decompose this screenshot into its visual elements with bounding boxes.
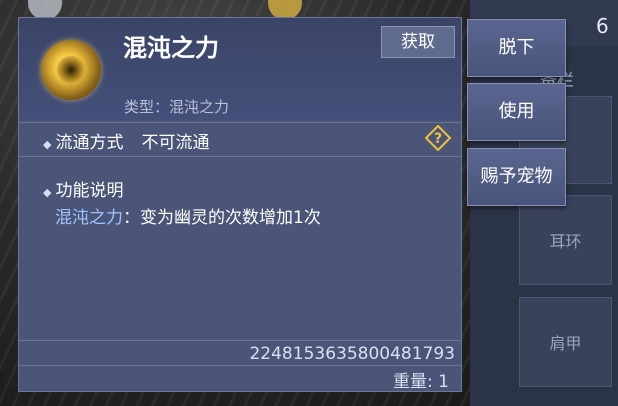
- equipment-slot-shoulder[interactable]: 肩甲: [519, 297, 612, 387]
- equipment-slot-earring[interactable]: 耳环: [519, 195, 612, 285]
- item-type-value: 混沌之力: [169, 98, 230, 116]
- gold-chaos-orb-icon: [41, 40, 101, 100]
- svg-text:?: ?: [434, 131, 442, 147]
- use-button[interactable]: 使用: [467, 83, 566, 141]
- item-weight: 重量: 1: [393, 372, 449, 392]
- item-name: 混沌之力: [123, 34, 219, 62]
- obtain-button[interactable]: 获取: [381, 26, 455, 58]
- slot-label-earring: 耳环: [549, 232, 582, 251]
- divider: [19, 156, 461, 157]
- divider: [19, 122, 461, 123]
- function-title-text: 功能说明: [55, 181, 124, 201]
- item-id: 2248153635800481793: [249, 344, 455, 364]
- help-icon[interactable]: ?: [425, 125, 451, 151]
- function-title: ◆ 功能说明: [43, 176, 123, 201]
- give-to-pet-button[interactable]: 赐予宠物: [467, 148, 566, 206]
- function-text: ：变为幽灵的次数增加1次: [123, 208, 321, 228]
- divider: [19, 365, 461, 366]
- item-type: 类型：混沌之力: [124, 96, 229, 117]
- function-description: 混沌之力：变为幽灵的次数增加1次: [55, 203, 321, 228]
- diamond-bullet-icon: ◆: [43, 138, 52, 151]
- equipment-count: 6: [596, 14, 609, 38]
- circulation-value: 不可流通: [141, 133, 210, 153]
- diamond-bullet-icon: ◆: [43, 186, 52, 199]
- circulation-row: ◆ 流通方式 不可流通: [43, 128, 209, 153]
- function-highlight: 混沌之力: [55, 208, 123, 228]
- unequip-button[interactable]: 脱下: [467, 19, 566, 77]
- divider: [19, 340, 461, 341]
- orb-core: [57, 56, 85, 84]
- slot-label-shoulder: 肩甲: [549, 334, 582, 353]
- item-tooltip: 混沌之力 获取 类型：混沌之力 ◆ 流通方式 不可流通 ? ◆ 功能说明 混沌之力：变…: [18, 17, 462, 392]
- circulation-label: 流通方式: [55, 133, 124, 153]
- item-type-label: 类型：: [124, 98, 170, 116]
